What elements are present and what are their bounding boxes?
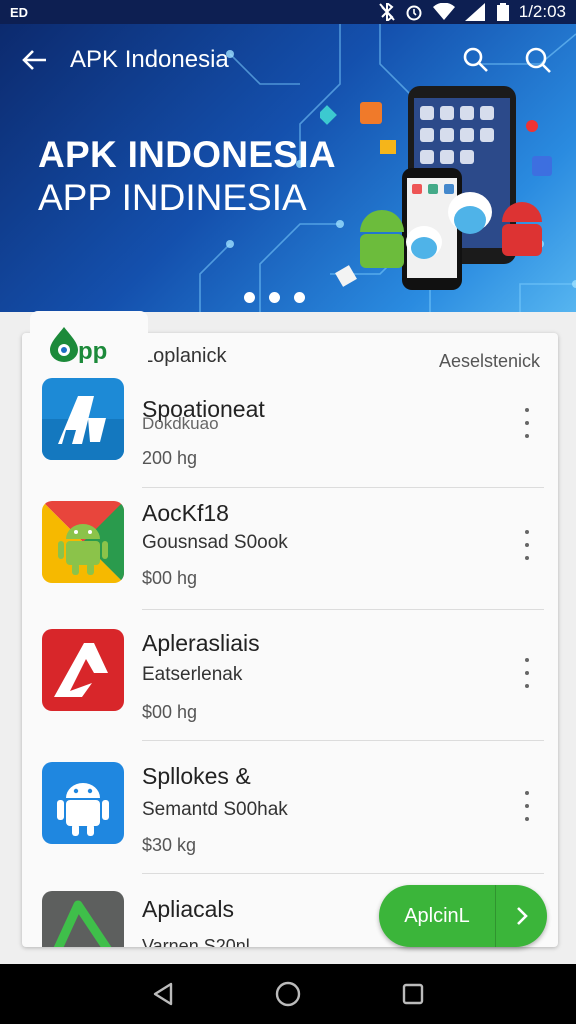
status-time: 1/2:03 [518,2,566,21]
app-list-item[interactable]: Aplerasliais Eatserlenak $00 hg [22,610,558,741]
app-bar-actions [456,40,576,80]
search-icon [525,47,551,73]
carousel-dots[interactable] [244,292,305,303]
more-options-button[interactable] [520,530,534,560]
nav-recents-button[interactable] [393,974,433,1014]
app-subtitle: Semantd S00hak [142,799,288,820]
more-options-button[interactable] [520,408,534,438]
bluetooth-off-icon [378,3,395,21]
nav-back-button[interactable] [143,974,183,1014]
carousel-dot[interactable] [294,292,305,303]
list-header-left[interactable]: Loplanick [142,345,227,368]
app-icon-red-a [42,629,124,711]
fab-next-button[interactable] [496,906,547,926]
status-left-text: ED [10,4,29,20]
back-arrow-icon [22,50,46,70]
chevron-right-icon [516,907,528,925]
app-size: $00 hg [142,702,198,722]
app-title: APK Indonesia [70,46,229,73]
more-options-button[interactable] [520,658,534,688]
app-subtitle: Varnen S20nl [142,936,250,947]
android-icon [42,762,124,844]
battery-icon [496,3,509,21]
alarm-icon [406,5,422,21]
android-icon [42,501,124,583]
more-options-button[interactable] [520,791,534,821]
app-list-card: Loplanick Aeselstenick Spoationeat Dokdk… [22,333,558,947]
three-dot-menu-icon [525,530,529,534]
search-button[interactable] [456,40,496,80]
app-list-item[interactable]: Spllokes & Semantd S00hak $30 kg [22,741,558,874]
home-circle-icon [275,981,301,1007]
three-dot-menu-icon [525,791,529,795]
screen: ED 1/2:03 APK Indonesia APK INDONESIA AP… [0,0,576,1024]
banner-headline: APK INDONESIA [38,134,336,175]
app-icon-blue-a [42,378,124,460]
app-size: 200 hg [142,448,198,468]
app-name: AocKf18 [142,500,229,526]
nav-home-button[interactable] [268,974,308,1014]
app-name: Spllokes & [142,763,251,789]
phones-illustration [320,86,552,290]
status-bar: ED 1/2:03 [0,0,576,24]
app-subtitle: Gousnsad S0ook [142,532,288,553]
carousel-dot[interactable] [244,292,255,303]
app-size: $30 kg [142,835,197,855]
app-size: $00 hg [142,568,198,588]
status-icons: 1/2:03 [378,2,566,22]
apk-logo: pp [30,311,148,375]
app-icon-triangle [42,891,124,947]
search-icon [463,47,488,72]
app-name: Aplerasliais [142,630,260,656]
three-dot-menu-icon [525,658,529,662]
app-name: Apliacals [142,896,235,922]
app-subtitle: Dokdkuao [142,414,219,433]
app-list-item[interactable]: AocKf18 Gousnsad S0ook $00 hg [22,488,558,610]
signal-icon [464,3,485,21]
banner-subheadline: APP INDINESIA [38,177,307,218]
three-dot-menu-icon [525,408,529,412]
recents-square-icon [403,983,424,1005]
carousel-dot[interactable] [269,292,280,303]
back-triangle-icon [153,982,172,1006]
install-fab-button[interactable]: AplcinL [379,885,547,947]
system-nav-bar [0,964,576,1024]
back-button[interactable] [0,24,70,96]
app-subtitle: Eatserlenak [142,664,243,685]
fab-label: AplcinL [404,904,470,927]
app-list-item[interactable]: Spoationeat Dokdkuao 200 hg [22,366,558,488]
hero-banner[interactable]: APK Indonesia APK INDONESIA APP INDINESI… [0,24,576,312]
wifi-icon [432,3,455,20]
search-button-secondary[interactable] [518,40,558,80]
svg-text:pp: pp [78,338,107,363]
